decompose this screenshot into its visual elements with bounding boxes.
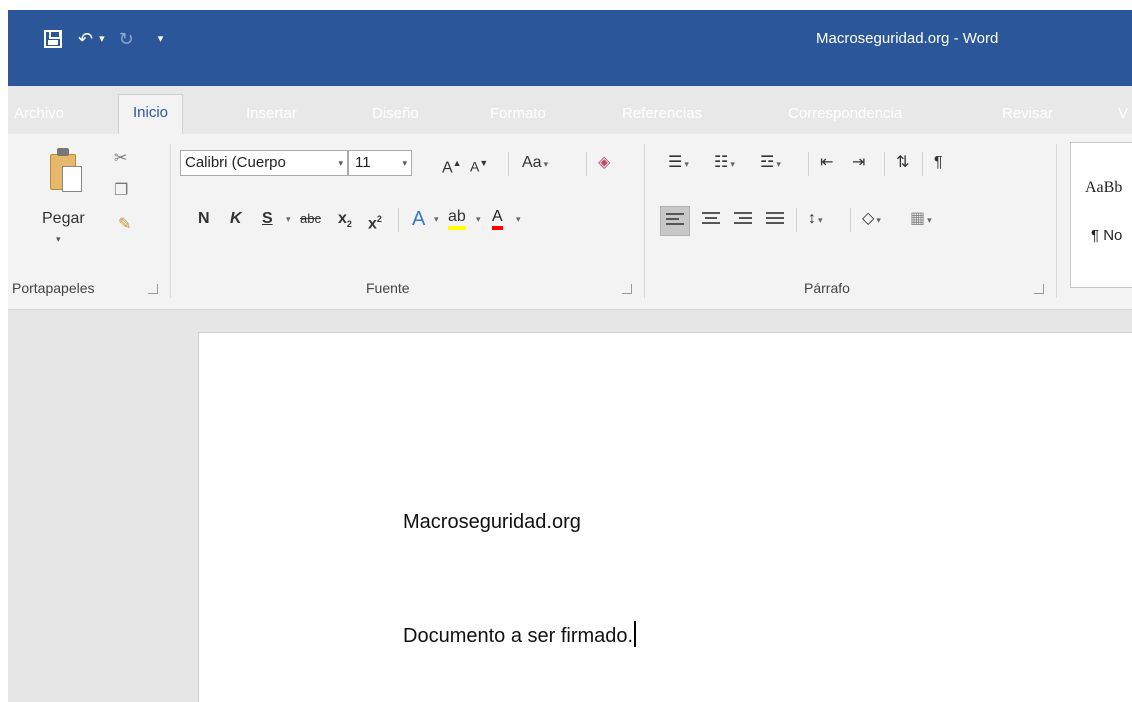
undo-dropdown-icon[interactable]: ▾ — [99, 24, 105, 54]
bullets-icon[interactable]: ☰ ▾ — [668, 150, 689, 176]
multilevel-list-icon[interactable]: ☲ ▾ — [760, 150, 781, 176]
style-name-normal: ¶ No — [1091, 227, 1123, 244]
copy-icon[interactable]: ❐ — [114, 180, 128, 200]
paste-icon[interactable] — [50, 148, 84, 192]
document-line-2[interactable]: Documento a ser firmado. — [403, 621, 637, 648]
line-spacing-icon[interactable]: ↕ ▾ — [808, 206, 823, 232]
paste-button[interactable]: Pegar — [42, 210, 85, 228]
subscript-button[interactable]: x2 — [338, 206, 352, 232]
tab-revisar[interactable]: Revisar — [1002, 98, 1053, 130]
font-launcher-icon[interactable] — [622, 284, 632, 294]
highlight-button[interactable]: ab — [448, 206, 466, 230]
increase-indent-icon[interactable]: ⇥ — [852, 150, 865, 176]
document-line-1[interactable]: Macroseguridad.org — [403, 511, 581, 534]
italic-button[interactable]: K — [230, 206, 242, 232]
text-effects-button[interactable]: A — [412, 206, 425, 232]
chevron-down-icon: ▾ — [402, 158, 407, 168]
align-left-button[interactable] — [660, 206, 690, 236]
decrease-indent-icon[interactable]: ⇤ — [820, 150, 833, 176]
window-title: Macroseguridad.org - Word — [816, 30, 999, 47]
group-separator — [644, 144, 645, 298]
font-name-select[interactable]: Calibri (Cuerpo ▾ — [180, 150, 348, 176]
word-window: ↶ ▾ ↻ ▾ Macroseguridad.org - Word Archiv… — [8, 10, 1132, 702]
paragraph-launcher-icon[interactable] — [1034, 284, 1044, 294]
bold-button[interactable]: N — [198, 206, 210, 232]
clear-formatting-icon[interactable]: ◈ — [598, 150, 610, 176]
highlight-dropdown-icon[interactable]: ▾ — [476, 206, 481, 232]
justify-icon[interactable] — [766, 212, 784, 230]
undo-icon[interactable]: ↶ — [78, 24, 93, 54]
ribbon-tabs: Archivo Inicio Insertar Diseño Formato R… — [8, 94, 1132, 134]
tab-diseno[interactable]: Diseño — [372, 98, 419, 130]
align-right-icon[interactable] — [734, 212, 752, 230]
group-separator — [1056, 144, 1057, 298]
show-formatting-icon[interactable]: ¶ — [934, 150, 943, 176]
save-icon[interactable] — [44, 30, 62, 48]
strikethrough-button[interactable]: abc — [300, 206, 321, 232]
document-page[interactable]: Macroseguridad.org Documento a ser firma… — [198, 332, 1132, 702]
numbering-icon[interactable]: ☷ ▾ — [714, 150, 735, 176]
clipboard-launcher-icon[interactable] — [148, 284, 158, 294]
tab-insertar[interactable]: Insertar — [246, 98, 297, 130]
tab-vista[interactable]: V — [1118, 98, 1128, 130]
shrink-font-button[interactable]: A▼ — [470, 150, 488, 176]
group-label-parrafo: Párrafo — [804, 280, 850, 296]
text-effects-dropdown-icon[interactable]: ▾ — [434, 206, 439, 232]
align-center-icon[interactable] — [702, 212, 720, 230]
paste-dropdown-icon[interactable]: ▾ — [56, 234, 61, 245]
borders-icon[interactable]: ▦ ▾ — [910, 206, 932, 232]
tab-formato[interactable]: Formato — [490, 98, 546, 130]
format-painter-icon[interactable]: ✎ — [118, 214, 131, 234]
document-area: Macroseguridad.org Documento a ser firma… — [8, 310, 1132, 702]
tab-referencias[interactable]: Referencias — [622, 98, 702, 130]
customize-qat-icon[interactable]: ▾ — [158, 24, 164, 54]
font-color-button[interactable]: A — [492, 206, 503, 230]
grow-font-button[interactable]: A▲ — [442, 150, 462, 176]
title-bar: ↶ ▾ ↻ ▾ Macroseguridad.org - Word — [8, 10, 1132, 86]
tab-archivo[interactable]: Archivo — [14, 98, 64, 130]
redo-icon[interactable]: ↻ — [119, 24, 134, 54]
text-cursor — [634, 621, 637, 647]
group-separator — [170, 144, 171, 298]
superscript-button[interactable]: x2 — [368, 206, 382, 232]
tab-correspondencia[interactable]: Correspondencia — [788, 98, 902, 130]
chevron-down-icon: ▾ — [338, 158, 343, 168]
change-case-button[interactable]: Aa ▾ — [522, 150, 548, 176]
tab-inicio[interactable]: Inicio — [118, 94, 184, 134]
ribbon: Pegar ▾ ✂ ❐ ✎ Portapapeles Calibri (Cuer… — [8, 134, 1132, 310]
group-label-fuente: Fuente — [366, 280, 410, 296]
font-color-dropdown-icon[interactable]: ▾ — [516, 206, 521, 232]
cut-icon[interactable]: ✂ — [114, 148, 127, 168]
group-label-portapapeles: Portapapeles — [12, 280, 95, 296]
underline-dropdown-icon[interactable]: ▾ — [286, 206, 291, 232]
font-size-select[interactable]: 11 ▾ — [348, 150, 412, 176]
underline-button[interactable]: S — [262, 206, 273, 232]
styles-gallery[interactable]: AaBb ¶ No — [1070, 142, 1132, 288]
shading-icon[interactable]: ◇ ▾ — [862, 206, 881, 232]
quick-access-toolbar: ↶ ▾ ↻ ▾ — [44, 24, 163, 54]
sort-icon[interactable]: ⇅ — [896, 150, 909, 176]
style-sample: AaBb — [1085, 179, 1123, 196]
align-left-icon — [666, 213, 684, 231]
